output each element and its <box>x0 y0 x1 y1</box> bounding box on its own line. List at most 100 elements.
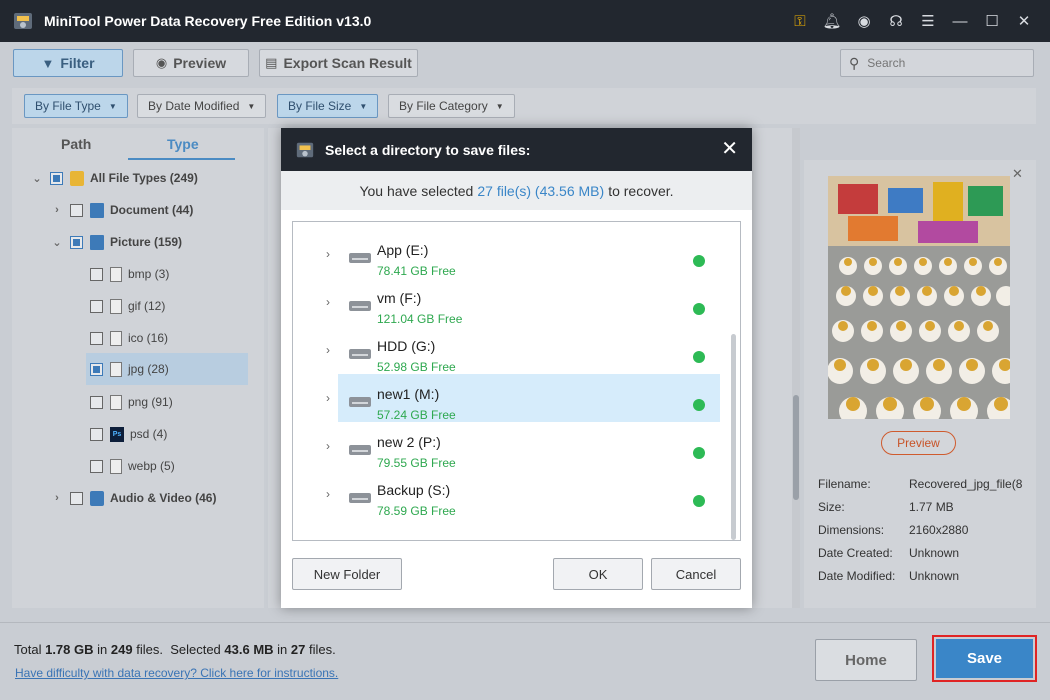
tree-item-bmp[interactable]: bmp (3) <box>84 260 169 288</box>
close-preview-icon[interactable]: ✕ <box>1012 166 1023 182</box>
drive-name: new 2 (P:) <box>377 434 441 450</box>
app-title: MiniTool Power Data Recovery Free Editio… <box>44 13 372 29</box>
tree-item-ico[interactable]: ico (16) <box>84 324 168 352</box>
tree-label: psd (4) <box>130 427 168 441</box>
file-list-scroll-thumb[interactable] <box>793 395 799 500</box>
drive-name: App (E:) <box>377 242 429 258</box>
file-list-scrollbar[interactable] <box>792 128 800 608</box>
drive-list-scrollbar[interactable] <box>731 334 736 540</box>
chevron-right-icon[interactable]: › <box>326 247 330 261</box>
chevron-right-icon[interactable]: › <box>326 487 330 501</box>
files-word: files. <box>309 642 336 657</box>
cancel-button[interactable]: Cancel <box>651 558 741 590</box>
checkbox[interactable] <box>90 267 103 281</box>
checkbox[interactable] <box>90 331 103 345</box>
drive-icon <box>349 397 371 407</box>
dimensions-label: Dimensions: <box>818 523 885 537</box>
checkbox[interactable] <box>90 299 103 313</box>
chevron-right-icon[interactable]: › <box>50 204 64 216</box>
minimize-icon[interactable]: — <box>944 0 976 42</box>
filter-bar: By File Type ▼ By Date Modified ▼ By File … <box>12 88 1036 124</box>
tree-label: bmp (3) <box>128 267 170 281</box>
drive-list: › App (E:) 78.41 GB Free › vm (F:) 121.04 … <box>292 221 741 541</box>
checkbox[interactable] <box>90 395 103 409</box>
chevron-down-icon[interactable]: ⌄ <box>50 236 64 249</box>
filter-button[interactable]: ▼ Filter <box>13 49 123 77</box>
app-logo-icon <box>296 142 314 157</box>
drive-row[interactable]: › vm (F:) 121.04 GB Free <box>293 278 720 326</box>
bell-icon[interactable]: 🔔︎ <box>816 0 848 42</box>
file-icon <box>110 330 122 346</box>
tree-label: Audio & Video (46) <box>110 491 217 505</box>
drive-row[interactable]: › new 2 (P:) 79.55 GB Free <box>293 422 720 470</box>
checkbox[interactable] <box>90 427 103 441</box>
tree-item-png[interactable]: png (91) <box>84 388 173 416</box>
selection-summary: Total 1.78 GB in 249 files. Selected 43.… <box>14 642 336 657</box>
chevron-right-icon[interactable]: › <box>326 391 330 405</box>
by-file-size-label: By File Size <box>288 99 352 113</box>
tree-item-all-file-types[interactable]: ⌄ All File Types (249) <box>30 164 198 192</box>
home-button[interactable]: Home <box>815 639 917 681</box>
chevron-right-icon[interactable]: › <box>326 343 330 357</box>
maximize-icon[interactable]: ☐ <box>976 0 1008 42</box>
disc-icon[interactable]: ◉ <box>848 0 880 42</box>
chevron-right-icon[interactable]: › <box>50 492 64 504</box>
checkbox[interactable] <box>70 491 83 505</box>
selected-files: 27 <box>290 642 306 657</box>
checkbox[interactable] <box>70 203 83 217</box>
tree-item-picture[interactable]: ⌄ Picture (159) <box>50 228 182 256</box>
headset-icon[interactable]: ☊ <box>880 0 912 42</box>
by-file-size-dropdown[interactable]: By File Size ▼ <box>277 94 379 118</box>
by-file-type-dropdown[interactable]: By File Type ▼ <box>24 94 128 118</box>
tree-item-audio-video[interactable]: › Audio & Video (46) <box>50 484 216 512</box>
chevron-right-icon[interactable]: › <box>326 295 330 309</box>
tree-label: All File Types (249) <box>90 171 198 185</box>
help-link[interactable]: Have difficulty with data recovery? Clic… <box>15 666 338 680</box>
save-button[interactable]: Save <box>936 639 1033 678</box>
drive-row[interactable]: › new1 (M:) 57.24 GB Free <box>293 374 720 422</box>
eye-icon: ◉ <box>155 55 168 70</box>
tree-item-webp[interactable]: webp (5) <box>84 452 175 480</box>
search-box[interactable]: ⚲ <box>840 49 1034 77</box>
preview-toolbar-button[interactable]: ◉ Preview <box>133 49 249 77</box>
total-size: 1.78 GB <box>45 642 94 657</box>
info-size: Size: 1.77 MB <box>818 500 954 514</box>
checkbox[interactable] <box>90 362 103 376</box>
tree-item-document[interactable]: › Document (44) <box>50 196 193 224</box>
menu-icon[interactable]: ☰ <box>912 0 944 42</box>
checkbox[interactable] <box>90 459 103 473</box>
drive-row[interactable]: › App (E:) 78.41 GB Free <box>293 230 720 278</box>
by-date-modified-dropdown[interactable]: By Date Modified ▼ <box>137 94 267 118</box>
by-file-category-dropdown[interactable]: By File Category ▼ <box>388 94 515 118</box>
export-scan-result-button[interactable]: ▤ Export Scan Result <box>259 49 418 77</box>
drive-free: 121.04 GB Free <box>377 312 463 326</box>
info-date-created: Date Created: Unknown <box>818 546 959 560</box>
new-folder-button[interactable]: New Folder <box>292 558 402 590</box>
drive-free: 52.98 GB Free <box>377 360 456 374</box>
chevron-right-icon[interactable]: › <box>326 439 330 453</box>
tree-item-psd[interactable]: Ps psd (4) <box>84 420 167 448</box>
key-icon[interactable]: ⚿ <box>784 0 816 42</box>
tree-label: gif (12) <box>128 299 166 313</box>
preview-button[interactable]: Preview <box>881 431 956 455</box>
file-type-tree-panel: Path Type ⌄ All File Types (249) › Documen… <box>12 128 264 608</box>
tab-path[interactable]: Path <box>61 136 91 152</box>
ok-button[interactable]: OK <box>553 558 643 590</box>
chevron-down-icon[interactable]: ⌄ <box>30 172 44 185</box>
photoshop-icon: Ps <box>110 426 124 442</box>
drive-row[interactable]: › HDD (G:) 52.98 GB Free <box>293 326 720 374</box>
tree-item-gif[interactable]: gif (12) <box>84 292 165 320</box>
search-input[interactable] <box>867 56 1018 70</box>
status-dot-icon <box>693 351 705 363</box>
dialog-close-icon[interactable]: ✕ <box>721 138 738 160</box>
tree-item-jpg[interactable]: jpg (28) <box>86 353 248 385</box>
dialog-summary: You have selected 27 file(s) (43.56 MB) … <box>281 171 752 210</box>
checkbox[interactable] <box>50 171 63 185</box>
close-icon[interactable]: ✕ <box>1008 0 1040 42</box>
funnel-icon: ▼ <box>41 55 55 71</box>
tab-type[interactable]: Type <box>167 136 199 152</box>
date-created-label: Date Created: <box>818 546 893 560</box>
checkbox[interactable] <box>70 235 83 249</box>
chevron-down-icon: ▼ <box>359 101 368 111</box>
drive-row[interactable]: › Backup (S:) 78.59 GB Free <box>293 470 720 518</box>
